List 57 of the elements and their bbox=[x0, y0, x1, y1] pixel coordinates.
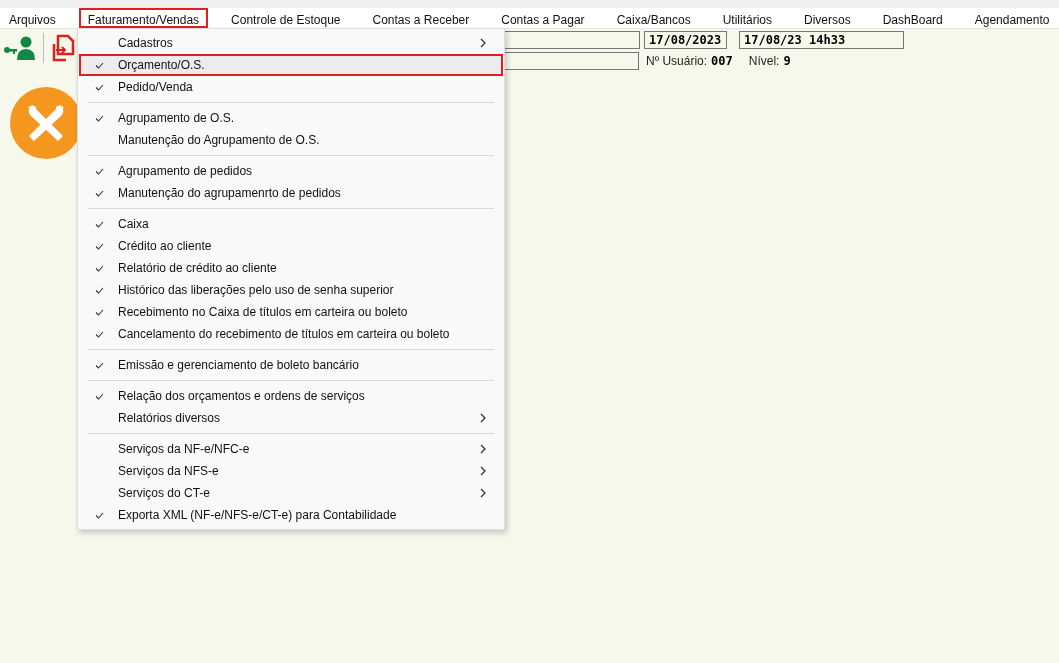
menu-item[interactable]: Manutenção do Agrupamento de O.S. bbox=[79, 129, 503, 151]
menu-item[interactable]: Recebimento no Caixa de títulos em carteira ou boleto bbox=[79, 301, 503, 323]
menu-item[interactable]: Emissão e gerenciamento de boleto bancário bbox=[79, 354, 503, 376]
check-icon bbox=[95, 115, 104, 122]
user-value: 007 bbox=[711, 54, 733, 68]
check-icon bbox=[95, 265, 104, 272]
chevron-right-icon bbox=[479, 488, 487, 498]
check-icon bbox=[95, 393, 104, 400]
chevron-right-icon bbox=[479, 413, 487, 423]
key-user-icon[interactable] bbox=[3, 35, 35, 61]
menu-item[interactable]: Controle de Estoque bbox=[222, 8, 350, 28]
menu-item[interactable]: Caixa/Bancos bbox=[607, 8, 700, 28]
menu-item[interactable]: Serviços do CT-e bbox=[79, 482, 503, 504]
menu-item[interactable]: Histórico das liberações pelo uso de senha superior bbox=[79, 279, 503, 301]
check-icon bbox=[95, 221, 104, 228]
menu-item[interactable]: Pedido/Venda bbox=[79, 76, 503, 98]
menu-item[interactable]: Contas a Receber bbox=[363, 8, 479, 28]
menu-item[interactable]: Relação dos orçamentos e ordens de serviços bbox=[79, 385, 503, 407]
document-arrow-icon[interactable] bbox=[52, 34, 76, 62]
menu-item[interactable]: Cancelamento do recebimento de títulos em carteira ou boleto bbox=[79, 323, 503, 345]
check-icon bbox=[95, 331, 104, 338]
datetime-field: 17/08/23 14h33 bbox=[739, 31, 904, 49]
chevron-right-icon bbox=[479, 444, 487, 454]
check-icon bbox=[95, 190, 104, 197]
check-icon bbox=[95, 168, 104, 175]
menu-item[interactable]: Manutenção do agrupamenrto de pedidos bbox=[79, 182, 503, 204]
check-icon bbox=[95, 362, 104, 369]
check-icon bbox=[95, 243, 104, 250]
menu-item[interactable]: Diversos bbox=[795, 8, 860, 28]
check-icon bbox=[95, 512, 104, 519]
menu-item[interactable]: Agrupamento de pedidos bbox=[79, 160, 503, 182]
menu-item[interactable]: Serviços da NF-e/NFC-e bbox=[79, 438, 503, 460]
menu-item[interactable]: Contas a Pagar bbox=[492, 8, 594, 28]
menu-item[interactable]: Agendamento bbox=[965, 8, 1059, 28]
menu-item[interactable]: Exporta XML (NF-e/NFS-e/CT-e) para Contabilidade bbox=[79, 504, 503, 526]
menu-item[interactable]: Faturamento/Vendas bbox=[78, 8, 209, 28]
menu-item[interactable]: Utilitários bbox=[713, 8, 781, 28]
check-icon bbox=[95, 62, 104, 69]
menu-item[interactable]: Serviços da NFS-e bbox=[79, 460, 503, 482]
user-label: Nº Usuário: bbox=[646, 54, 708, 68]
menu-item[interactable]: Arquivos bbox=[0, 8, 65, 28]
menu-item[interactable]: Relatório de crédito ao cliente bbox=[79, 257, 503, 279]
menu-item[interactable]: Orçamento/O.S. bbox=[79, 54, 503, 76]
menu-item[interactable]: DashBoard bbox=[873, 8, 952, 28]
menu-item[interactable]: Agrupamento de O.S. bbox=[79, 107, 503, 129]
chevron-right-icon bbox=[479, 38, 487, 48]
menu-item[interactable]: Crédito ao cliente bbox=[79, 235, 503, 257]
date-field: 17/08/2023 bbox=[644, 31, 727, 49]
chevron-right-icon bbox=[479, 466, 487, 476]
menu-item[interactable]: Cadastros bbox=[79, 32, 503, 54]
menu-item[interactable]: Relatórios diversos bbox=[79, 407, 503, 429]
level-label: Nível: bbox=[748, 54, 780, 68]
level-value: 9 bbox=[783, 54, 791, 68]
menu-item[interactable]: Caixa bbox=[79, 213, 503, 235]
check-icon bbox=[95, 84, 104, 91]
check-icon bbox=[95, 287, 104, 294]
check-icon bbox=[95, 309, 104, 316]
